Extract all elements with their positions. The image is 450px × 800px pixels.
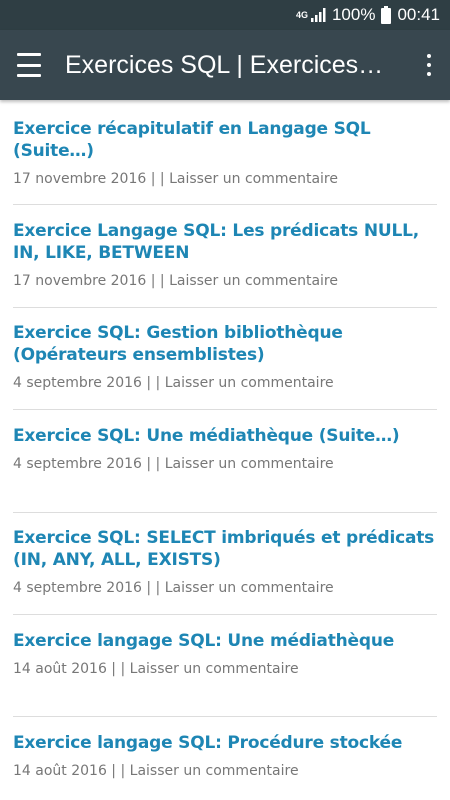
- battery-icon: [381, 6, 392, 24]
- post-date: 17 novembre 2016: [13, 273, 147, 289]
- post-meta: 4 septembre 2016 | | Laisser un commenta…: [13, 579, 437, 597]
- post-meta: 4 septembre 2016 | | Laisser un commenta…: [13, 455, 437, 473]
- more-options-icon[interactable]: [424, 54, 434, 76]
- meta-separator: | |: [146, 273, 170, 289]
- list-item: Exercice SQL: SELECT imbriqués et prédic…: [13, 527, 437, 615]
- post-title-link[interactable]: Exercice récapitulatif en Langage SQL (S…: [13, 118, 437, 162]
- post-meta: 14 août 2016 | | Laisser un commentaire: [13, 660, 437, 678]
- list-item: Exercice récapitulatif en Langage SQL (S…: [13, 118, 437, 205]
- list-item: Exercice langage SQL: Procédure stockée …: [13, 732, 437, 798]
- network-type-label: 4G: [295, 9, 308, 20]
- post-date: 14 août 2016: [13, 661, 107, 677]
- leave-comment-link[interactable]: Laisser un commentaire: [130, 661, 299, 677]
- leave-comment-link[interactable]: Laisser un commentaire: [130, 763, 299, 779]
- post-title-link[interactable]: Exercice Langage SQL: Les prédicats NULL…: [13, 220, 437, 264]
- leave-comment-link[interactable]: Laisser un commentaire: [165, 375, 334, 391]
- hamburger-menu-icon[interactable]: [17, 53, 47, 77]
- post-date: 4 septembre 2016: [13, 580, 142, 596]
- status-bar: 4G 100% 00:41: [0, 0, 450, 30]
- post-meta: 17 novembre 2016 | | Laisser un commenta…: [13, 170, 437, 188]
- list-item: Exercice Langage SQL: Les prédicats NULL…: [13, 220, 437, 308]
- list-item: Exercice SQL: Une médiathèque (Suite…) 4…: [13, 425, 437, 513]
- post-meta: 4 septembre 2016 | | Laisser un commenta…: [13, 374, 437, 392]
- post-meta: 14 août 2016 | | Laisser un commentaire: [13, 762, 437, 780]
- leave-comment-link[interactable]: Laisser un commentaire: [169, 171, 338, 187]
- meta-separator: | |: [141, 580, 165, 596]
- app-bar: Exercices SQL | Exercices c...: [0, 30, 450, 100]
- leave-comment-link[interactable]: Laisser un commentaire: [165, 580, 334, 596]
- post-title-link[interactable]: Exercice langage SQL: Une médiathèque: [13, 630, 437, 652]
- leave-comment-link[interactable]: Laisser un commentaire: [169, 273, 338, 289]
- post-meta: 17 novembre 2016 | | Laisser un commenta…: [13, 272, 437, 290]
- meta-separator: | |: [106, 763, 130, 779]
- meta-separator: | |: [106, 661, 130, 677]
- clock: 00:41: [397, 5, 440, 24]
- signal-icon: [310, 8, 326, 22]
- post-title-link[interactable]: Exercice SQL: SELECT imbriqués et prédic…: [13, 527, 437, 571]
- meta-separator: | |: [141, 456, 165, 472]
- meta-separator: | |: [146, 171, 170, 187]
- post-title-link[interactable]: Exercice SQL: Une médiathèque (Suite…): [13, 425, 437, 447]
- post-title-link[interactable]: Exercice SQL: Gestion bibliothèque (Opér…: [13, 322, 437, 366]
- battery-percent: 100%: [331, 5, 376, 24]
- post-title-link[interactable]: Exercice langage SQL: Procédure stockée: [13, 732, 437, 754]
- post-date: 17 novembre 2016: [13, 171, 147, 187]
- page-title: Exercices SQL | Exercices c...: [65, 50, 390, 79]
- post-date: 4 septembre 2016: [13, 375, 142, 391]
- leave-comment-link[interactable]: Laisser un commentaire: [165, 456, 334, 472]
- post-date: 14 août 2016: [13, 763, 107, 779]
- list-item: Exercice langage SQL: Une médiathèque 14…: [13, 630, 437, 717]
- meta-separator: | |: [141, 375, 165, 391]
- post-date: 4 septembre 2016: [13, 456, 142, 472]
- network-indicator: 4G: [296, 7, 326, 23]
- list-item: Exercice SQL: Gestion bibliothèque (Opér…: [13, 322, 437, 410]
